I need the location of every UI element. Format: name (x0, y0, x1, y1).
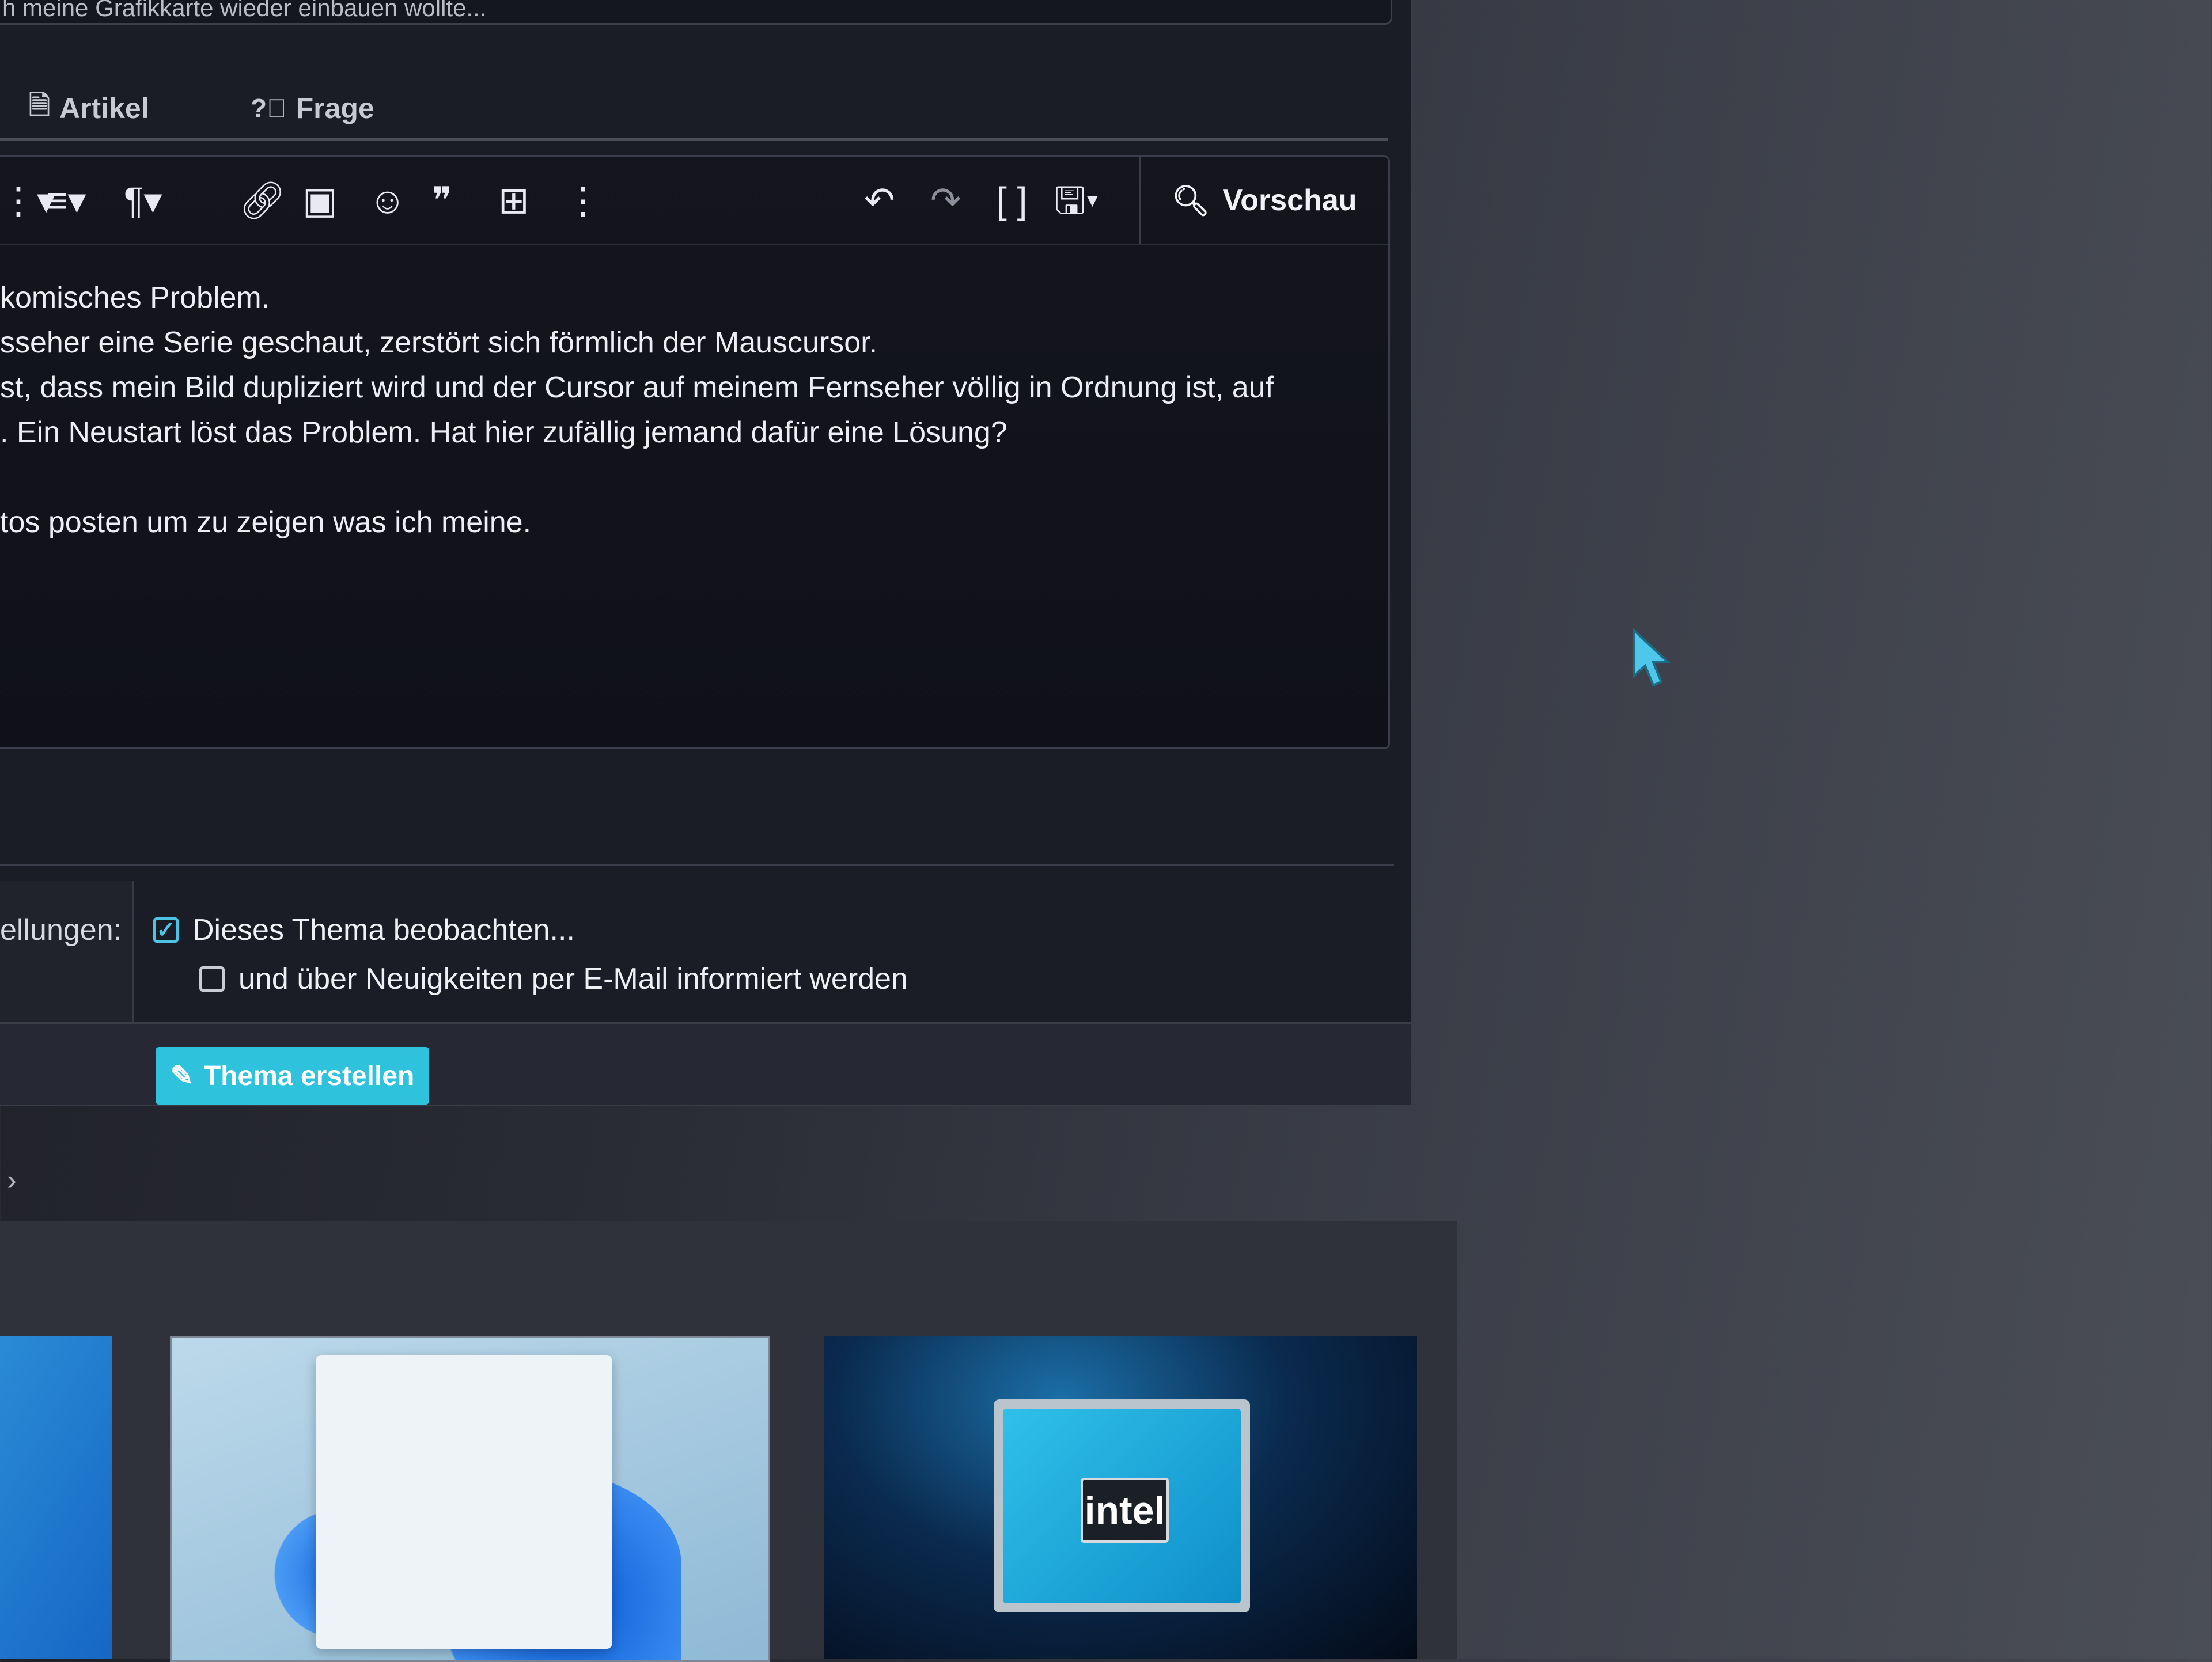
preview-label: Vorschau (1222, 184, 1357, 217)
divider (0, 864, 1394, 866)
editor-line: sseher eine Serie geschaut, zerstört sic… (0, 326, 878, 359)
preview-icon: 🔍︎ (1172, 184, 1210, 218)
start-menu-preview (316, 1355, 612, 1649)
tab-artikel[interactable]: 🗎 Artikel (29, 90, 149, 126)
more-options-icon[interactable]: ⋮ (565, 180, 601, 221)
preview-button[interactable]: 🔍︎ Vorschau (1139, 157, 1388, 244)
related-gallery: intel (0, 1221, 1457, 1662)
editor-line: . Ein Neustart löst das Problem. Hat hie… (0, 416, 1007, 449)
email-notify-option[interactable]: und über Neuigkeiten per E-Mail informie… (199, 962, 908, 996)
link-icon[interactable]: 🔗︎ (239, 180, 286, 221)
align-dropdown-icon[interactable]: ≡▾ (46, 180, 86, 221)
editor[interactable]: ⋮▾ ≡▾ ¶▾ 🔗︎ ▣ ☺ ❞ ⊞ ⋮ ↶ ↷ [ ] 🖫▾ 🔍︎ Vors… (0, 155, 1390, 749)
document-icon: 🗎 (29, 90, 50, 120)
email-notify-label: und über Neuigkeiten per E-Mail informie… (238, 962, 908, 996)
editor-toolbar: ⋮▾ ≡▾ ¶▾ 🔗︎ ▣ ☺ ❞ ⊞ ⋮ ↶ ↷ [ ] 🖫▾ 🔍︎ Vors… (0, 157, 1388, 245)
editor-line: tos posten um zu zeigen was ich meine. (0, 506, 532, 539)
table-icon[interactable]: ⊞ (498, 180, 529, 221)
bbcode-toggle-icon[interactable]: [ ] (997, 180, 1027, 221)
intel-logo: intel (1081, 1478, 1169, 1543)
gallery-thumb-blue[interactable] (0, 1336, 112, 1659)
create-thread-button[interactable]: ✎ Thema erstellen (156, 1047, 429, 1105)
watch-thread-checkbox[interactable]: ✓ (153, 917, 179, 943)
tab-frage[interactable]: ?⃝ Frage (251, 91, 374, 126)
watch-thread-option[interactable]: ✓ Dieses Thema beobachten... (153, 913, 575, 947)
paragraph-dropdown-icon[interactable]: ¶▾ (124, 180, 162, 221)
editor-content[interactable]: komisches Problem. sseher eine Serie ges… (0, 275, 1325, 545)
mouse-cursor-icon (1633, 628, 1672, 687)
image-icon[interactable]: ▣ (302, 180, 337, 221)
breadcrumb-chevron[interactable]: › (7, 1163, 17, 1197)
smiley-icon[interactable]: ☺ (369, 180, 406, 221)
undo-icon[interactable]: ↶ (864, 180, 895, 221)
quote-icon[interactable]: ❞ (432, 180, 452, 221)
options-label: ellungen: (0, 881, 134, 1037)
options-area: ✓ Dieses Thema beobachten... und über Ne… (136, 881, 1411, 1022)
redo-icon[interactable]: ↷ (930, 180, 961, 221)
intel-chip-image: intel (994, 1399, 1250, 1612)
create-thread-label: Thema erstellen (203, 1060, 415, 1091)
email-notify-checkbox[interactable] (199, 966, 225, 992)
edit-icon: ✎ (170, 1061, 194, 1091)
gallery-thumb-intel[interactable]: intel (824, 1336, 1417, 1659)
tab-artikel-label: Artikel (59, 92, 149, 124)
editor-line: st, dass mein Bild dupliziert wird und d… (0, 371, 1274, 404)
drafts-dropdown-icon[interactable]: 🖫▾ (1054, 180, 1099, 221)
watch-thread-label: Dieses Thema beobachten... (192, 913, 575, 947)
gallery-thumb-windows11[interactable] (170, 1336, 770, 1662)
editor-line: komisches Problem. (0, 281, 270, 314)
title-input[interactable]: h meine Grafikkarte wieder einbauen woll… (0, 0, 1392, 25)
tab-frage-label: Frage (296, 92, 374, 124)
thread-type-tabs: 🗎 Artikel ?⃝ Frage (0, 81, 1388, 141)
question-circle-icon: ?⃝ (251, 93, 287, 123)
form-footer: ✎ Thema erstellen (0, 1022, 1411, 1106)
